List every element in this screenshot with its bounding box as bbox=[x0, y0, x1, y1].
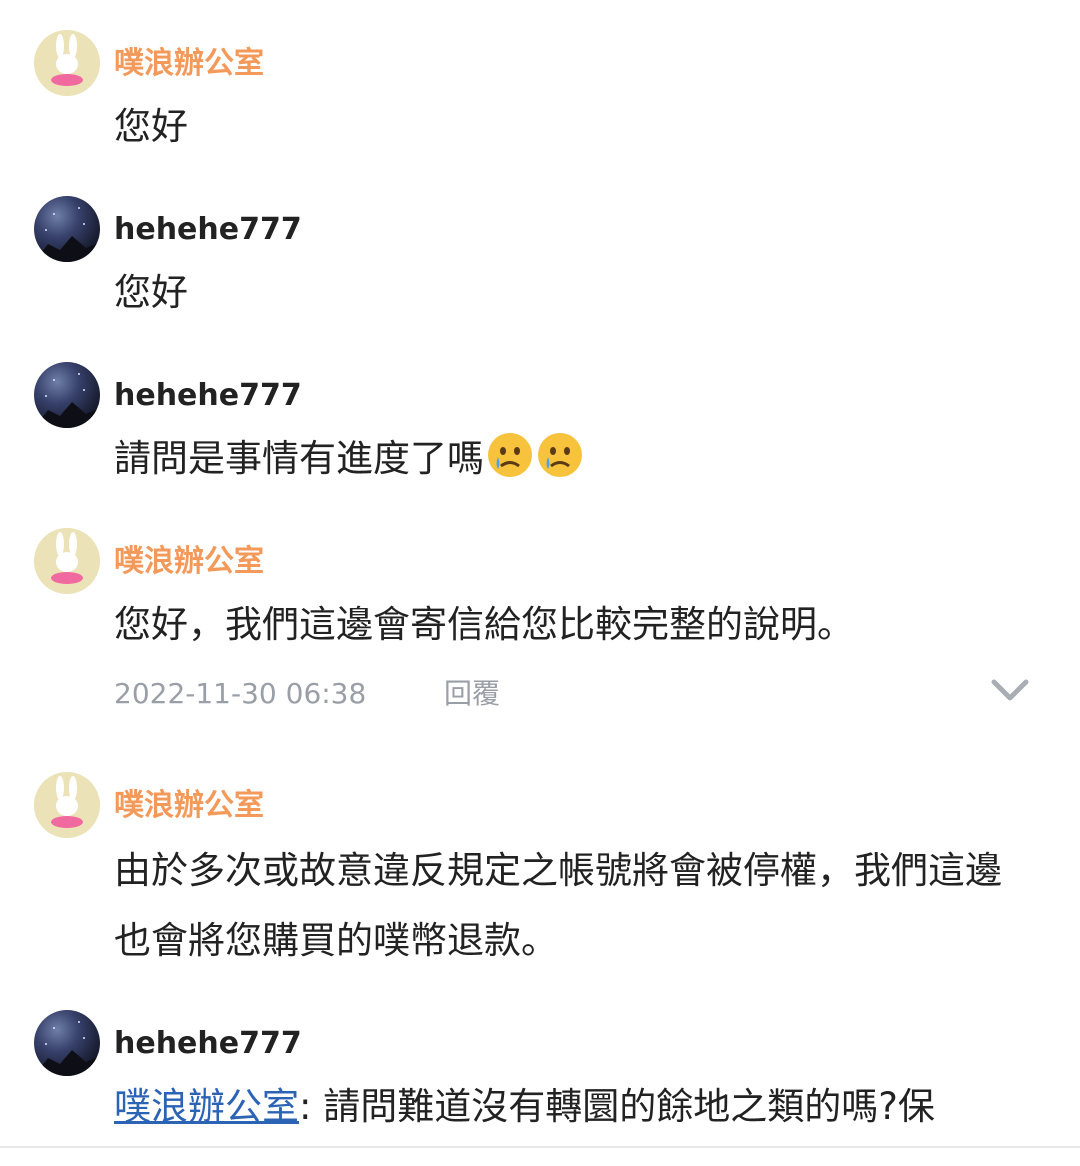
author-name[interactable]: hehehe777 bbox=[114, 210, 302, 250]
author-name[interactable]: 噗浪辦公室 bbox=[114, 786, 264, 826]
bunny-avatar-icon bbox=[34, 528, 100, 594]
avatar-plurk-office[interactable] bbox=[34, 30, 100, 96]
avatar-plurk-office[interactable] bbox=[34, 528, 100, 594]
author-name[interactable]: hehehe777 bbox=[114, 376, 302, 416]
crying-face-icon bbox=[538, 433, 582, 477]
bunny-avatar-icon bbox=[34, 772, 100, 838]
message-text: 您好 bbox=[114, 271, 188, 314]
message-text: 您好 bbox=[114, 105, 188, 148]
author-name[interactable]: 噗浪辦公室 bbox=[114, 44, 264, 84]
mention-link[interactable]: 噗浪辦公室 bbox=[114, 1085, 299, 1128]
avatar-user[interactable] bbox=[34, 1010, 100, 1076]
night-sky-avatar-icon bbox=[34, 207, 100, 262]
night-sky-avatar-icon bbox=[34, 1021, 100, 1076]
crying-face-icon bbox=[488, 433, 532, 477]
bunny-avatar-icon bbox=[34, 30, 100, 96]
message-text-body: 請問是事情有進度了嗎 bbox=[114, 437, 484, 480]
divider bbox=[0, 1146, 1080, 1148]
avatar-plurk-office[interactable] bbox=[34, 772, 100, 838]
reply-button[interactable]: 回覆 bbox=[444, 674, 500, 714]
message-text: 噗浪辦公室: 請問難道沒有轉圜的餘地之類的嗎?保 bbox=[114, 1072, 1020, 1142]
author-name[interactable]: 噗浪辦公室 bbox=[114, 542, 264, 582]
night-sky-avatar-icon bbox=[34, 373, 100, 428]
chevron-down-icon[interactable] bbox=[988, 672, 1032, 708]
message-text: 由於多次或故意違反規定之帳號將會被停權，我們這邊也會將您購買的噗幣退款。 bbox=[114, 849, 1002, 962]
message-text: 您好，我們這邊會寄信給您比較完整的說明。 bbox=[114, 603, 854, 646]
message-text-body: : 請問難道沒有轉圜的餘地之類的嗎?保 bbox=[299, 1085, 935, 1128]
message-text: 請問是事情有進度了嗎 bbox=[114, 424, 1020, 494]
author-name[interactable]: hehehe777 bbox=[114, 1024, 302, 1064]
avatar-user[interactable] bbox=[34, 362, 100, 428]
avatar-user[interactable] bbox=[34, 196, 100, 262]
timestamp: 2022-11-30 06:38 bbox=[114, 677, 367, 710]
